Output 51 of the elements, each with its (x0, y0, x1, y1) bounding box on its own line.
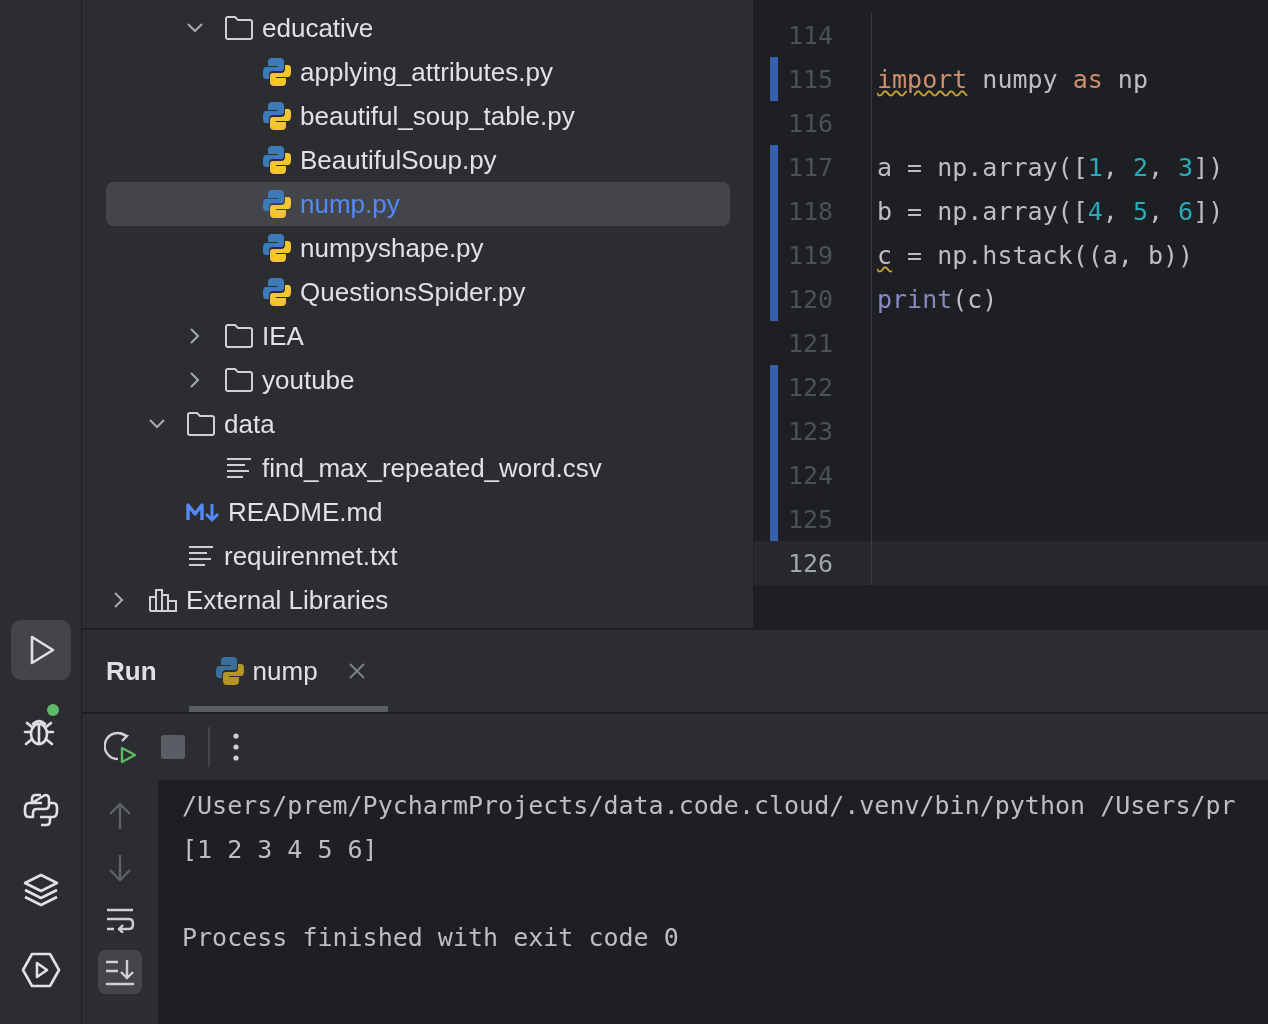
folder-icon (224, 367, 254, 393)
text-file-icon (224, 455, 254, 481)
folder-icon (224, 323, 254, 349)
rerun-icon[interactable] (104, 730, 138, 764)
python-file-icon (214, 656, 245, 686)
python-file-icon (262, 233, 292, 263)
folder-icon (186, 411, 216, 437)
tree-item[interactable]: youtube (106, 358, 730, 402)
scroll-end-button[interactable] (98, 950, 142, 994)
line-number: 126 (788, 548, 834, 578)
python-file-icon (262, 101, 292, 131)
tree-item[interactable]: educative (106, 6, 730, 50)
tree-item[interactable]: requirenmet.txt (106, 534, 730, 578)
services-icon (20, 951, 61, 989)
run-tab[interactable]: nump (188, 630, 388, 712)
tree-item[interactable]: QuestionsSpider.py (106, 270, 730, 314)
python-icon (21, 791, 60, 829)
tree-item[interactable]: README.md (106, 490, 730, 534)
folder-icon (224, 15, 254, 41)
tree-item[interactable]: numpyshape.py (106, 226, 730, 270)
exit-message: Process finished with exit code 0 (182, 922, 680, 954)
scroll-to-end-icon (104, 958, 136, 986)
code-line: print(c) (877, 284, 998, 314)
tree-item[interactable]: data (106, 402, 730, 446)
library-icon (148, 587, 178, 613)
python-file-icon (262, 189, 292, 219)
soft-wrap-icon (105, 907, 135, 933)
console-output-line: [1 2 3 4 5 6] (182, 834, 379, 866)
code-line: c = np.hstack((a, b)) (877, 240, 1194, 270)
run-tool-button[interactable] (10, 620, 71, 680)
panel-title: Run (106, 655, 157, 687)
markdown-icon (186, 501, 220, 523)
arrow-down-icon (108, 853, 132, 883)
code-line: a = np.array([1, 2, 3]) (877, 152, 1224, 182)
text-file-icon (186, 543, 216, 569)
python-file-icon (262, 145, 292, 175)
python-file-icon (262, 57, 292, 87)
python-file-icon (262, 277, 292, 307)
arrow-up-icon (108, 801, 132, 831)
more-icon[interactable] (232, 732, 240, 762)
code-line: b = np.array([4, 5, 6]) (877, 196, 1224, 226)
close-icon[interactable] (347, 662, 366, 680)
layers-icon (21, 871, 60, 909)
tree-item[interactable]: BeautifulSoup.py (106, 138, 730, 182)
tree-item[interactable]: find_max_repeated_word.csv (106, 446, 730, 490)
code-line: import numpy as np (877, 64, 1148, 94)
tree-item[interactable]: beautiful_soup_table.py (106, 94, 730, 138)
console-output-line: /Users/prem/PycharmProjects/data.code.cloud/.venv/bin/python /Users/pr (182, 790, 1237, 822)
tree-item[interactable]: External Libraries (106, 578, 730, 622)
tree-item[interactable]: IEA (106, 314, 730, 358)
tree-item[interactable]: applying_attributes.py (106, 50, 730, 94)
